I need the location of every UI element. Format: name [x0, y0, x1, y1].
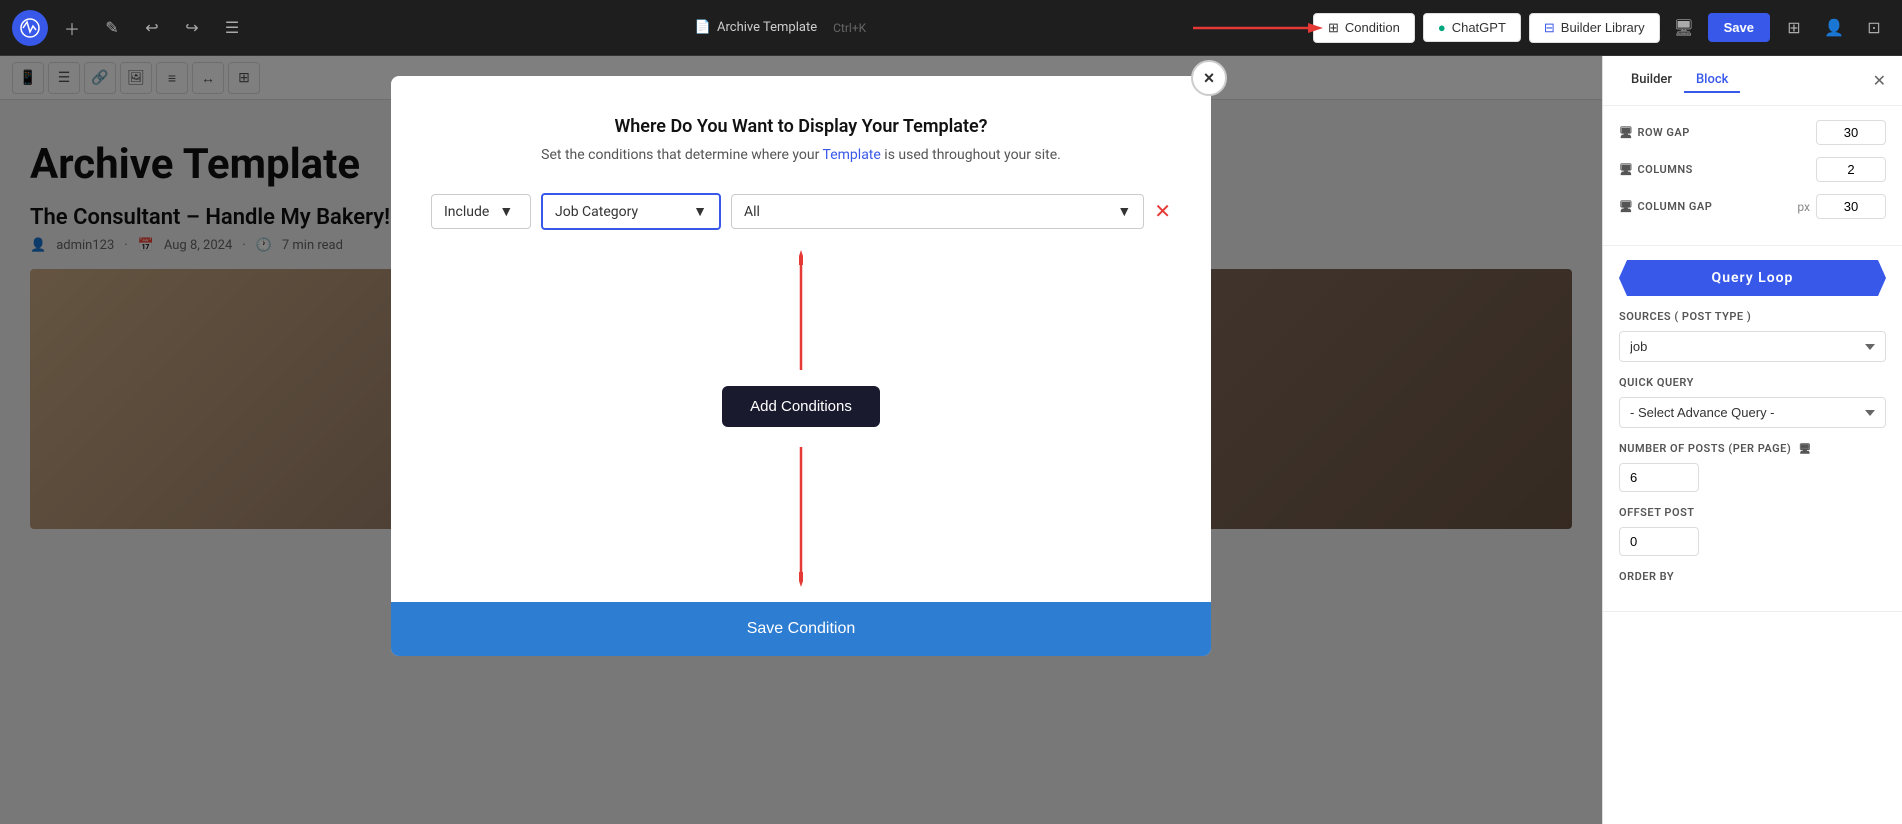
chatgpt-icon: ● — [1438, 20, 1446, 35]
columns-field: 🖥 COLUMNS — [1619, 157, 1886, 182]
multisite-button[interactable]: ⊞ — [1778, 12, 1810, 44]
sidebar-layout-section: 🖥 ROW GAP 🖥 COLUMNS 🖥 COLUMN GAP — [1603, 106, 1902, 246]
main-area: 📱 ☰ 🔗 🖼 ≡ ↔ ⊞ Archive Template The Consu… — [0, 56, 1902, 824]
quick-query-select[interactable]: - Select Advance Query - — [1619, 397, 1886, 428]
sidebar-tabs: Builder Block — [1619, 68, 1740, 93]
sidebar-close-button[interactable]: ✕ — [1873, 71, 1886, 91]
modal-close-button[interactable]: × — [1191, 60, 1227, 96]
query-loop-section: Query Loop SOURCES ( POST TYPE ) job QUI… — [1603, 246, 1902, 612]
desktop-view-button[interactable]: 🖥 — [1668, 12, 1700, 44]
archive-template-label: 📄 Archive Template — [695, 20, 817, 35]
modal-overlay: × Where Do You Want to Display Your Temp… — [0, 56, 1602, 824]
modal-body: Where Do You Want to Display Your Templa… — [391, 76, 1211, 602]
all-chevron-icon: ▼ — [1117, 203, 1131, 220]
toolbar-right-controls: 🖥 Save ⊞ 👤 ⊡ — [1668, 12, 1890, 44]
undo-button[interactable]: ↩ — [136, 12, 168, 44]
include-select[interactable]: Include ▼ — [431, 194, 531, 229]
right-sidebar: Builder Block ✕ 🖥 ROW GAP 🖥 COLUMNS — [1602, 56, 1902, 824]
sources-select[interactable]: job — [1619, 331, 1886, 362]
keyboard-shortcut: Ctrl+K — [833, 21, 866, 35]
monitor-icon-posts: 🖥 — [1798, 444, 1811, 455]
toolbar-center: 📄 Archive Template Ctrl+K — [256, 20, 1305, 35]
condition-row: Include ▼ Job Category ▼ All ▼ ✕ — [431, 193, 1171, 230]
modal-footer: Save Condition — [391, 602, 1211, 656]
num-posts-input[interactable] — [1619, 463, 1699, 492]
tab-builder[interactable]: Builder — [1619, 68, 1684, 93]
offset-post-label: OFFSET POST — [1619, 506, 1886, 519]
monitor-icon-columns: 🖥 — [1619, 163, 1633, 176]
sources-label: SOURCES ( POST TYPE ) — [1619, 310, 1886, 323]
include-chevron-icon: ▼ — [499, 203, 513, 220]
query-loop-banner: Query Loop — [1619, 260, 1886, 296]
row-gap-input[interactable] — [1816, 120, 1886, 145]
down-arrow-indicator — [799, 447, 803, 587]
delete-icon: ✕ — [1154, 199, 1171, 224]
up-arrow-indicator — [799, 250, 803, 370]
library-icon: ⊟ — [1544, 20, 1555, 36]
template-link[interactable]: Template — [823, 147, 881, 163]
top-toolbar: ＋ ✎ ↩ ↪ ☰ 📄 Archive Template Ctrl+K ⊞ Co… — [0, 0, 1902, 56]
add-block-button[interactable]: ＋ — [56, 12, 88, 44]
edit-button[interactable]: ✎ — [96, 12, 128, 44]
menu-button[interactable]: ☰ — [216, 12, 248, 44]
condition-button[interactable]: ⊞ Condition — [1313, 13, 1415, 43]
job-category-select[interactable]: Job Category ▼ — [541, 193, 721, 230]
row-gap-field: 🖥 ROW GAP — [1619, 120, 1886, 145]
canvas-area: 📱 ☰ 🔗 🖼 ≡ ↔ ⊞ Archive Template The Consu… — [0, 56, 1602, 824]
condition-icon: ⊞ — [1328, 20, 1339, 36]
column-gap-input[interactable] — [1816, 194, 1886, 219]
chatgpt-button[interactable]: ● ChatGPT — [1423, 13, 1521, 42]
fullscreen-button[interactable]: ⊡ — [1858, 12, 1890, 44]
monitor-icon-column-gap: 🖥 — [1619, 200, 1633, 213]
avatar-button[interactable]: 👤 — [1818, 12, 1850, 44]
modal-subtitle: Set the conditions that determine where … — [431, 147, 1171, 163]
all-select[interactable]: All ▼ — [731, 194, 1144, 229]
num-posts-label: NUMBER OF POSTS (PER PAGE) 🖥 — [1619, 442, 1886, 455]
category-chevron-icon: ▼ — [693, 203, 707, 220]
wp-logo-icon[interactable] — [12, 10, 48, 46]
monitor-icon-row-gap: 🖥 — [1619, 126, 1633, 139]
add-conditions-button[interactable]: Add Conditions — [722, 386, 880, 427]
condition-modal: × Where Do You Want to Display Your Temp… — [391, 76, 1211, 656]
order-by-label: ORDER BY — [1619, 570, 1886, 583]
save-button[interactable]: Save — [1708, 13, 1770, 42]
tab-block[interactable]: Block — [1684, 68, 1740, 93]
columns-input[interactable] — [1816, 157, 1886, 182]
quick-query-label: QUICK QUERY — [1619, 376, 1886, 389]
document-icon: 📄 — [695, 20, 711, 35]
modal-title: Where Do You Want to Display Your Templa… — [431, 116, 1171, 137]
save-condition-button[interactable]: Save Condition — [391, 602, 1211, 656]
sidebar-header: Builder Block ✕ — [1603, 56, 1902, 106]
redo-button[interactable]: ↪ — [176, 12, 208, 44]
delete-condition-button[interactable]: ✕ — [1154, 199, 1171, 224]
offset-post-input[interactable] — [1619, 527, 1699, 556]
builder-library-button[interactable]: ⊟ Builder Library — [1529, 13, 1660, 43]
column-gap-field: 🖥 COLUMN GAP px — [1619, 194, 1886, 219]
